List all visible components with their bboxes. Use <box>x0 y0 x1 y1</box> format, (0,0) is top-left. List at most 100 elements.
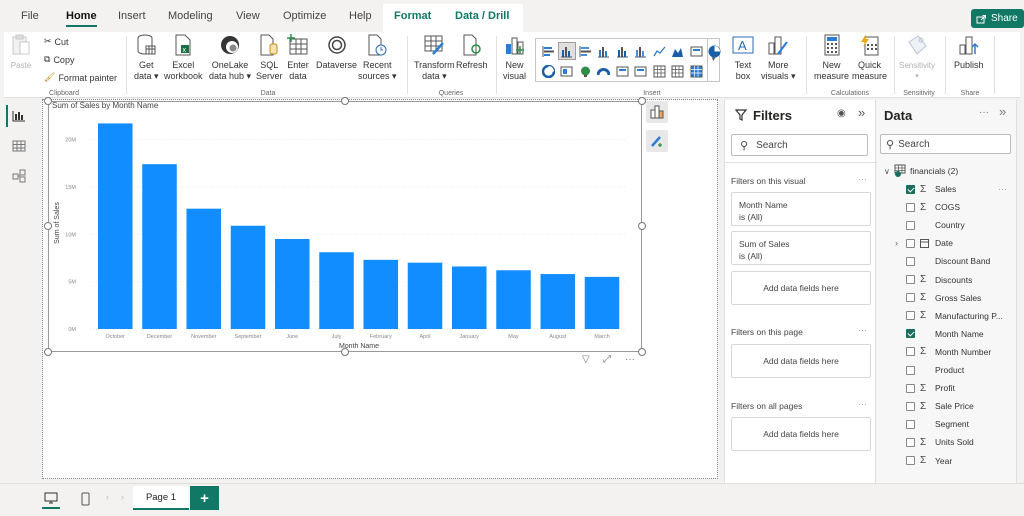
field-checkbox[interactable] <box>906 383 915 393</box>
visual-treemap-button[interactable] <box>559 63 575 79</box>
bar-june[interactable] <box>275 239 310 329</box>
field-manufacturing-p[interactable]: Σ Manufacturing P... <box>877 307 1017 325</box>
tab-format[interactable]: Format <box>394 10 431 22</box>
table-view-button[interactable] <box>4 133 34 159</box>
table-financials[interactable]: ∨ financials (2) <box>877 162 1017 180</box>
field-month-name[interactable]: Month Name <box>877 325 1017 343</box>
visual-stacked-column-button[interactable] <box>596 43 612 59</box>
build-visual-button[interactable] <box>646 101 668 123</box>
field-checkbox[interactable] <box>906 184 915 194</box>
bar-february[interactable] <box>363 259 399 329</box>
add-page-button[interactable]: + <box>190 486 219 510</box>
filter-visual-icon[interactable]: ▽ <box>582 354 590 365</box>
next-page-icon[interactable]: › <box>121 492 124 502</box>
bar-november[interactable] <box>186 208 222 329</box>
filters-on-visual-more-icon[interactable]: ··· <box>858 174 867 184</box>
resize-handle-bottom-left[interactable] <box>44 348 52 356</box>
report-view-button[interactable] <box>4 103 34 129</box>
visual-gauge-button[interactable] <box>596 63 612 79</box>
field-checkbox[interactable] <box>906 220 915 230</box>
field-discounts[interactable]: Σ Discounts <box>877 271 1017 289</box>
bar-october[interactable] <box>98 123 133 329</box>
field-checkbox[interactable] <box>906 256 915 266</box>
field-checkbox[interactable] <box>906 202 915 212</box>
resize-handle-top[interactable] <box>341 97 349 105</box>
more-options-icon[interactable]: ··· <box>625 354 635 365</box>
tab-file[interactable]: File <box>21 10 39 22</box>
visual-table-button[interactable] <box>651 63 667 79</box>
field-checkbox[interactable] <box>906 329 915 339</box>
field-country[interactable]: Country <box>877 216 1017 234</box>
collapse-filters-icon[interactable]: » <box>858 105 865 120</box>
share-button[interactable]: Share <box>971 9 1024 28</box>
resize-handle-left[interactable] <box>44 222 52 230</box>
visual-clustered-column-button[interactable] <box>557 42 576 60</box>
visual-matrix-button[interactable] <box>670 63 686 79</box>
tab-optimize[interactable]: Optimize <box>283 10 326 22</box>
desktop-layout-button[interactable] <box>42 489 60 509</box>
excel-workbook-button[interactable]: x Excel workbook <box>164 34 203 82</box>
filters-on-page-more-icon[interactable]: ··· <box>858 325 867 335</box>
visual-area-button[interactable] <box>670 43 686 59</box>
field-sale-price[interactable]: Σ Sale Price <box>877 397 1017 415</box>
filter-card-month-name[interactable]: Month Name is (All) <box>731 192 871 226</box>
field-checkbox[interactable] <box>906 401 915 411</box>
data-pane-more-icon[interactable]: ··· <box>979 107 989 118</box>
previous-page-icon[interactable]: ‹ <box>106 492 109 502</box>
visual-scatter-button[interactable] <box>688 43 704 59</box>
tab-modeling[interactable]: Modeling <box>168 10 213 22</box>
sensitivity-button[interactable]: Sensitivity ▾ <box>899 34 935 82</box>
publish-button[interactable]: Publish <box>954 34 984 71</box>
field-checkbox[interactable] <box>906 365 915 375</box>
format-visual-button[interactable] <box>646 130 668 152</box>
resize-handle-top-left[interactable] <box>44 97 52 105</box>
bar-may[interactable] <box>496 270 531 329</box>
visual-line-column-button[interactable] <box>633 43 649 59</box>
transform-data-button[interactable]: Transform data ▾ <box>414 34 455 82</box>
field-checkbox[interactable] <box>906 419 915 429</box>
data-search-input[interactable]: ⚲ Search <box>880 134 1011 154</box>
visual-clustered-bar-button[interactable] <box>577 43 593 59</box>
cut-button[interactable]: ✂ Cut <box>44 36 69 47</box>
dataverse-button[interactable]: Dataverse <box>316 34 357 71</box>
sql-server-button[interactable]: SQL Server <box>256 34 283 82</box>
tab-view[interactable]: View <box>236 10 260 22</box>
visual-card-button[interactable] <box>614 63 630 79</box>
resize-handle-top-right[interactable] <box>638 97 646 105</box>
eye-icon[interactable]: ◉ <box>837 108 846 119</box>
tab-home[interactable]: Home <box>66 10 97 27</box>
field-segment[interactable]: Segment <box>877 415 1017 433</box>
bar-september[interactable] <box>230 225 266 329</box>
new-visual-button[interactable]: New visual <box>503 34 526 82</box>
field-checkbox[interactable] <box>906 437 915 447</box>
filters-search-input[interactable]: ⚲ Search <box>731 134 868 156</box>
paste-button[interactable]: Paste <box>10 34 32 71</box>
collapse-data-pane-icon[interactable]: » <box>999 104 1006 119</box>
field-checkbox[interactable] <box>906 275 915 284</box>
visual-100-column-button[interactable] <box>614 43 630 59</box>
visual-stacked-bar-button[interactable] <box>540 43 556 59</box>
resize-handle-bottom[interactable] <box>341 348 349 356</box>
bar-march[interactable] <box>584 276 620 329</box>
page-filter-drop-zone[interactable]: Add data fields here <box>731 344 871 378</box>
text-box-button[interactable]: A Text box <box>732 34 754 82</box>
resize-handle-right[interactable] <box>638 222 646 230</box>
visual-map-button[interactable] <box>577 63 593 79</box>
field-month-number[interactable]: Σ Month Number <box>877 343 1017 361</box>
field-checkbox[interactable] <box>906 456 915 465</box>
quick-measure-button[interactable]: Quick measure <box>852 34 887 82</box>
tab-help[interactable]: Help <box>349 10 372 22</box>
all-pages-filter-drop-zone[interactable]: Add data fields here <box>731 417 871 451</box>
model-view-button[interactable] <box>4 163 34 189</box>
refresh-button[interactable]: Refresh <box>456 34 488 71</box>
field-checkbox[interactable] <box>906 311 915 321</box>
format-painter-button[interactable]: 🖌 Format painter <box>44 72 117 83</box>
bar-december[interactable] <box>142 164 177 329</box>
field-more-icon[interactable]: ··· <box>998 184 1007 194</box>
visual-filter-drop-zone[interactable]: Add data fields here <box>731 271 871 305</box>
enter-data-button[interactable]: Enter data <box>287 34 309 82</box>
visual-kpi-grid-button[interactable] <box>688 63 704 79</box>
field-checkbox[interactable] <box>906 238 915 248</box>
filters-on-all-pages-more-icon[interactable]: ··· <box>858 399 867 409</box>
bar-april[interactable] <box>407 262 443 329</box>
